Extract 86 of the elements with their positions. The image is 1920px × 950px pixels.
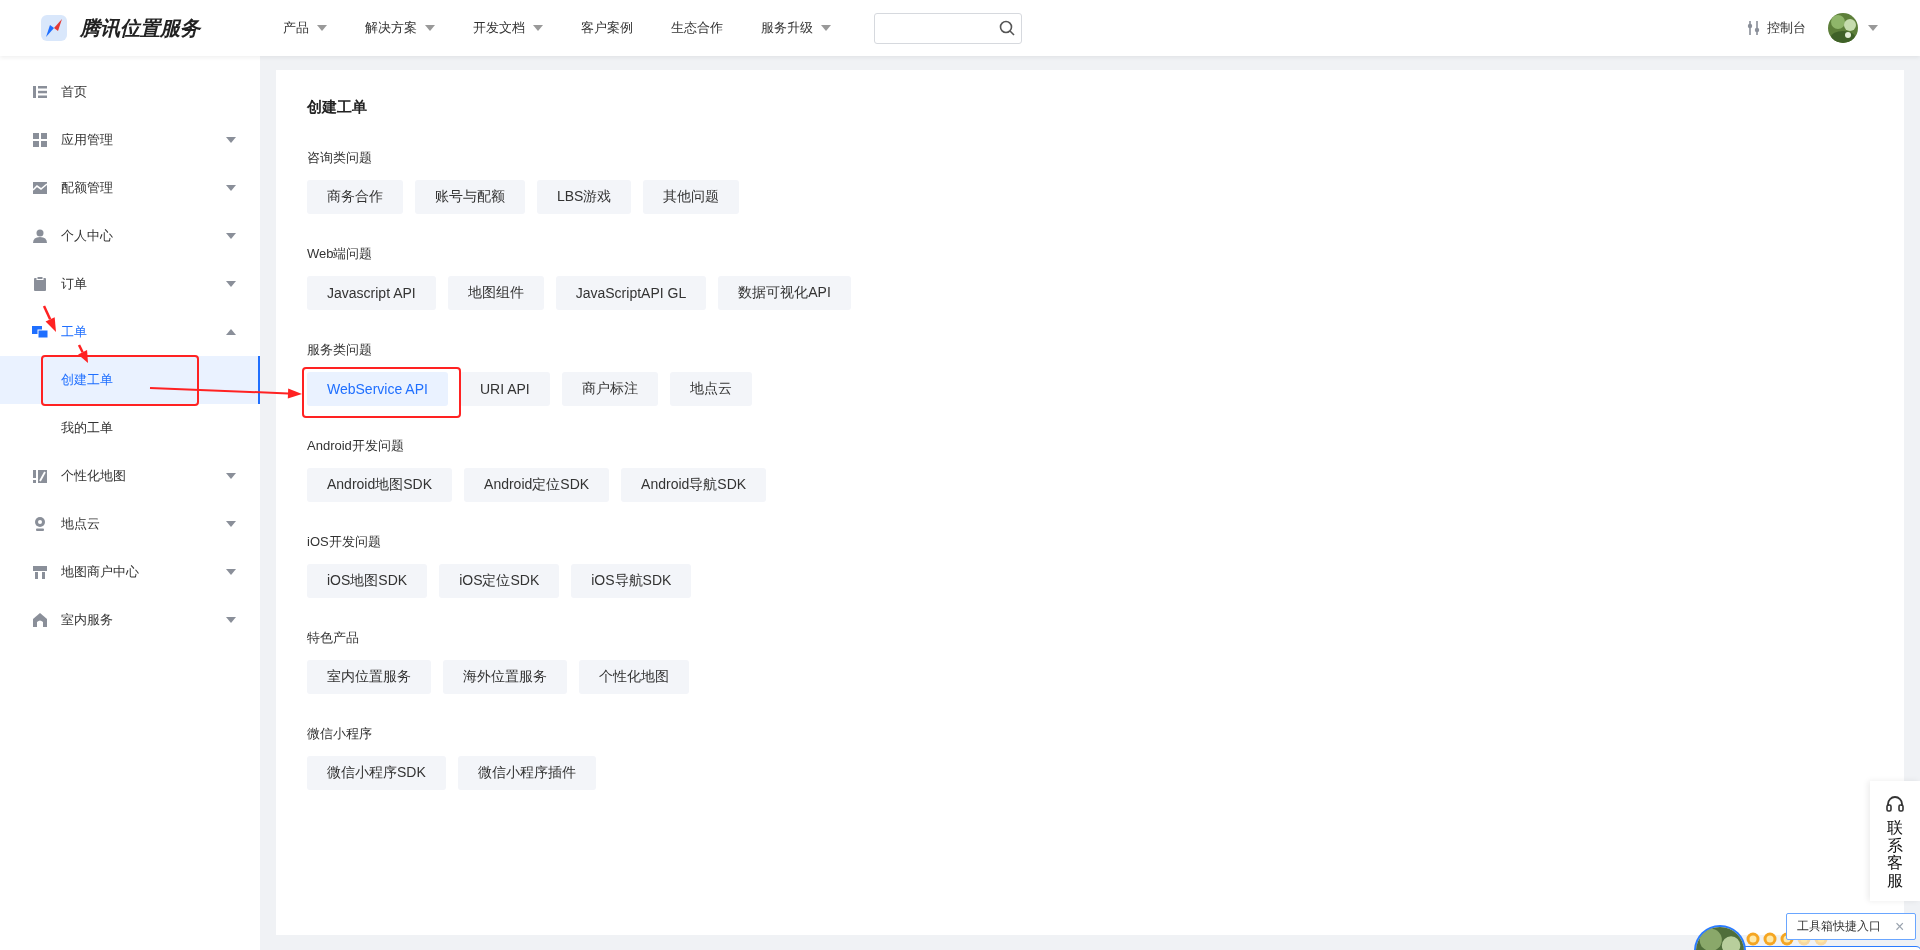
compass-logo-icon[interactable] <box>40 14 68 42</box>
caret-icon <box>226 569 236 575</box>
nav-menu-item[interactable]: 解决方案 <box>346 0 454 56</box>
nav-menu-item[interactable]: 客户案例 <box>562 0 652 56</box>
category-button[interactable]: 商户标注 <box>561 372 658 406</box>
sidebar-item[interactable]: 配额管理 <box>0 164 260 212</box>
sidebar-item[interactable]: 个人中心 <box>0 212 260 260</box>
page-title: 创建工单 <box>307 97 368 117</box>
nav-menu-item[interactable]: 开发文档 <box>454 0 562 56</box>
category-button[interactable]: iOS定位SDK <box>439 564 560 598</box>
nav-menu-item[interactable]: 产品 <box>264 0 346 56</box>
user-icon <box>32 228 48 244</box>
category-button[interactable]: 账号与配额 <box>415 180 525 214</box>
site-logo-text[interactable]: 腾讯位置服务 <box>80 14 200 42</box>
section-label: 微信小程序 <box>307 725 373 743</box>
console-link[interactable]: 控制台 <box>1747 19 1806 37</box>
sidebar-item[interactable]: 地点云 <box>0 500 260 548</box>
sun-icon <box>1763 932 1777 946</box>
caret-icon <box>226 281 236 287</box>
category-button[interactable]: WebService API <box>307 372 448 406</box>
section-label: iOS开发问题 <box>307 533 382 551</box>
location-pin-icon <box>32 516 48 532</box>
annotation-arrow <box>77 344 88 363</box>
category-button[interactable]: 数据可视化API <box>718 276 851 310</box>
section-label: 特色产品 <box>307 629 360 647</box>
caret-icon <box>226 185 236 191</box>
sidebar-subitem[interactable]: 我的工单 <box>0 404 260 452</box>
section-label: Android开发问题 <box>307 437 405 455</box>
category-button[interactable]: 微信小程序插件 <box>457 756 596 790</box>
caret-icon <box>425 25 435 31</box>
caret-icon <box>533 25 543 31</box>
category-button[interactable]: LBS游戏 <box>537 180 632 214</box>
category-button[interactable]: Android导航SDK <box>621 468 767 502</box>
grid-icon <box>32 132 48 148</box>
store-icon <box>32 564 48 580</box>
sidebar-item[interactable]: 室内服务 <box>0 596 260 644</box>
caret-icon <box>1868 25 1878 31</box>
tooltip-text: 工具箱快捷入口 <box>1797 918 1881 935</box>
category-button[interactable]: iOS地图SDK <box>307 564 428 598</box>
headset-icon <box>1886 795 1904 813</box>
category-button[interactable]: 商务合作 <box>307 180 403 214</box>
caret-icon <box>821 25 831 31</box>
category-button[interactable]: Javascript API <box>307 276 436 310</box>
section-label: 服务类问题 <box>307 341 373 359</box>
section-label: Web端问题 <box>307 245 374 263</box>
sun-icon <box>1746 932 1760 946</box>
search-icon[interactable] <box>999 20 1015 36</box>
sidebar-item[interactable]: 个性化地图 <box>0 452 260 500</box>
sidebar-item[interactable]: 地图商户中心 <box>0 548 260 596</box>
chat-icon <box>32 324 48 340</box>
category-button[interactable]: URI API <box>459 372 550 406</box>
section-label: 咨询类问题 <box>307 149 373 167</box>
sidebar-item[interactable]: 首页 <box>0 68 260 116</box>
chart-icon <box>32 180 48 196</box>
nav-menu-item[interactable]: 生态合作 <box>652 0 742 56</box>
sliders-icon <box>1747 21 1761 35</box>
caret-icon <box>226 233 236 239</box>
category-button[interactable]: 个性化地图 <box>579 660 689 694</box>
search-field[interactable] <box>874 12 1022 44</box>
support-label: 联系客服 <box>1887 819 1903 890</box>
category-button[interactable]: 室内位置服务 <box>307 660 431 694</box>
category-button[interactable]: 微信小程序SDK <box>307 756 446 790</box>
caret-icon <box>226 617 236 623</box>
caret-icon <box>317 25 327 31</box>
category-button[interactable]: Android定位SDK <box>464 468 610 502</box>
category-button[interactable]: JavaScriptAPI GL <box>555 276 707 310</box>
caret-icon <box>226 473 236 479</box>
sidebar-item[interactable]: 应用管理 <box>0 116 260 164</box>
clipboard-icon <box>32 276 48 292</box>
category-button[interactable]: 其他问题 <box>643 180 740 214</box>
nav-menu-item[interactable]: 服务升级 <box>742 0 850 56</box>
sidebar-item[interactable]: 工单 <box>0 308 260 356</box>
caret-icon <box>226 137 236 143</box>
list-icon <box>32 84 48 100</box>
sidebar-item[interactable]: 订单 <box>0 260 260 308</box>
category-button[interactable]: Android地图SDK <box>307 468 453 502</box>
category-button[interactable]: 地点云 <box>669 372 752 406</box>
annotation-arrow <box>42 305 56 332</box>
category-button[interactable]: 海外位置服务 <box>443 660 567 694</box>
caret-icon <box>226 521 236 527</box>
category-button[interactable]: iOS导航SDK <box>571 564 692 598</box>
caret-icon <box>226 329 236 335</box>
sidebar-subitem[interactable]: 创建工单 <box>0 356 260 404</box>
house-icon <box>32 612 48 628</box>
category-button[interactable]: 地图组件 <box>447 276 544 310</box>
support-panel[interactable]: 联系客服 <box>1870 781 1920 901</box>
